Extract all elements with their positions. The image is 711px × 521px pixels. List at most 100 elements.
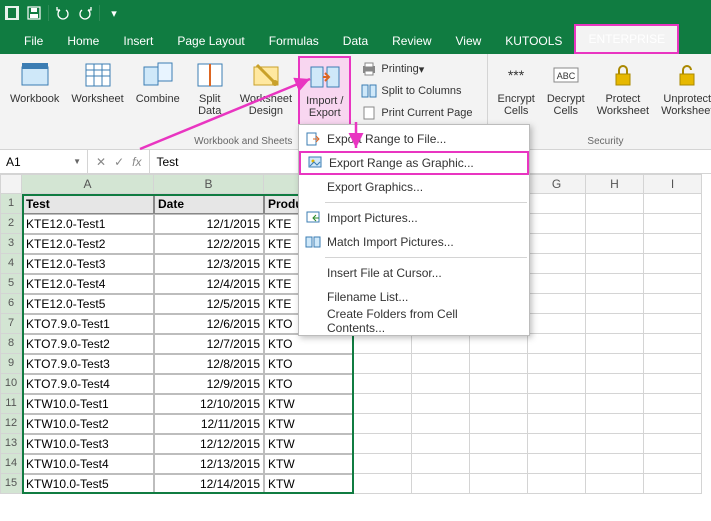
cell[interactable]: KTE12.0-Test3: [22, 254, 154, 274]
cell[interactable]: Date: [154, 194, 264, 214]
cell[interactable]: 12/2/2015: [154, 234, 264, 254]
row-header[interactable]: 3: [0, 234, 22, 254]
cell[interactable]: [354, 474, 412, 494]
cell[interactable]: [586, 194, 644, 214]
col-header-G[interactable]: G: [528, 174, 586, 194]
cell[interactable]: [644, 214, 702, 234]
cell[interactable]: [644, 234, 702, 254]
tab-data[interactable]: Data: [331, 28, 380, 54]
cell[interactable]: [470, 434, 528, 454]
cell[interactable]: [354, 414, 412, 434]
row-header[interactable]: 2: [0, 214, 22, 234]
cell[interactable]: [354, 434, 412, 454]
cell[interactable]: [644, 394, 702, 414]
menu-filename-list[interactable]: Filename List...: [299, 285, 529, 309]
cell[interactable]: [470, 374, 528, 394]
cell[interactable]: [528, 314, 586, 334]
cell[interactable]: [470, 354, 528, 374]
menu-insert-file-cursor[interactable]: Insert File at Cursor...: [299, 261, 529, 285]
cell[interactable]: [528, 414, 586, 434]
qat-customize-icon[interactable]: ▾: [106, 5, 122, 21]
cell[interactable]: KTW10.0-Test1: [22, 394, 154, 414]
cell[interactable]: [644, 194, 702, 214]
cell[interactable]: KTO7.9.0-Test1: [22, 314, 154, 334]
cell[interactable]: 12/3/2015: [154, 254, 264, 274]
enter-formula-icon[interactable]: ✓: [114, 155, 124, 169]
cell[interactable]: 12/6/2015: [154, 314, 264, 334]
cell[interactable]: KTO: [264, 334, 354, 354]
cell[interactable]: [354, 454, 412, 474]
cell[interactable]: 12/4/2015: [154, 274, 264, 294]
import-export-button[interactable]: Import / Export: [298, 56, 351, 134]
select-all-corner[interactable]: [0, 174, 22, 194]
cell[interactable]: [412, 354, 470, 374]
cell[interactable]: [586, 354, 644, 374]
cell[interactable]: 12/5/2015: [154, 294, 264, 314]
menu-create-folders[interactable]: Create Folders from Cell Contents...: [299, 309, 529, 333]
cell[interactable]: [528, 354, 586, 374]
row-header[interactable]: 4: [0, 254, 22, 274]
cell[interactable]: [470, 414, 528, 434]
menu-match-import-pictures[interactable]: Match Import Pictures...: [299, 230, 529, 254]
row-header[interactable]: 1: [0, 194, 22, 214]
cell[interactable]: KTW10.0-Test5: [22, 474, 154, 494]
cell[interactable]: [528, 294, 586, 314]
cell[interactable]: 12/13/2015: [154, 454, 264, 474]
row-header[interactable]: 8: [0, 334, 22, 354]
workbook-button[interactable]: Workbook: [4, 56, 65, 134]
tab-insert[interactable]: Insert: [111, 28, 165, 54]
cell[interactable]: [528, 334, 586, 354]
cell[interactable]: KTO7.9.0-Test3: [22, 354, 154, 374]
unprotect-worksheet-button[interactable]: Unprotect Worksheet: [655, 56, 711, 134]
cell[interactable]: [354, 354, 412, 374]
cell[interactable]: [528, 474, 586, 494]
cell[interactable]: [528, 274, 586, 294]
cell[interactable]: [528, 374, 586, 394]
cell[interactable]: [644, 454, 702, 474]
cell[interactable]: KTW: [264, 414, 354, 434]
tab-view[interactable]: View: [444, 28, 494, 54]
cell[interactable]: [528, 214, 586, 234]
cell[interactable]: [586, 454, 644, 474]
save-icon[interactable]: [26, 5, 42, 21]
cell[interactable]: [644, 314, 702, 334]
cell[interactable]: [586, 234, 644, 254]
col-header-A[interactable]: A: [22, 174, 154, 194]
cell[interactable]: [644, 414, 702, 434]
row-header[interactable]: 9: [0, 354, 22, 374]
cell[interactable]: 12/7/2015: [154, 334, 264, 354]
cell[interactable]: [644, 474, 702, 494]
cell[interactable]: [644, 434, 702, 454]
cell[interactable]: [354, 374, 412, 394]
col-header-I[interactable]: I: [644, 174, 702, 194]
cell[interactable]: [644, 334, 702, 354]
col-header-B[interactable]: B: [154, 174, 264, 194]
cell[interactable]: [470, 454, 528, 474]
row-header[interactable]: 6: [0, 294, 22, 314]
cell[interactable]: [644, 354, 702, 374]
cell[interactable]: KTO7.9.0-Test2: [22, 334, 154, 354]
row-header[interactable]: 5: [0, 274, 22, 294]
cell[interactable]: 12/14/2015: [154, 474, 264, 494]
cell[interactable]: [470, 394, 528, 414]
cell[interactable]: [412, 374, 470, 394]
cell[interactable]: KTE12.0-Test2: [22, 234, 154, 254]
cell[interactable]: [528, 234, 586, 254]
cell[interactable]: 12/10/2015: [154, 394, 264, 414]
cell[interactable]: 12/1/2015: [154, 214, 264, 234]
worksheet-button[interactable]: Worksheet: [65, 56, 129, 134]
decrypt-cells-button[interactable]: ABC Decrypt Cells: [541, 56, 591, 134]
name-box[interactable]: A1▼: [0, 150, 88, 173]
cell[interactable]: [528, 394, 586, 414]
cell[interactable]: KTE12.0-Test5: [22, 294, 154, 314]
undo-icon[interactable]: [55, 5, 71, 21]
cell[interactable]: [412, 474, 470, 494]
cell[interactable]: [586, 414, 644, 434]
cell[interactable]: KTW: [264, 434, 354, 454]
cell[interactable]: [586, 274, 644, 294]
cell[interactable]: [586, 314, 644, 334]
cell[interactable]: [644, 254, 702, 274]
col-header-H[interactable]: H: [586, 174, 644, 194]
cell[interactable]: KTW: [264, 454, 354, 474]
cell[interactable]: KTW10.0-Test3: [22, 434, 154, 454]
